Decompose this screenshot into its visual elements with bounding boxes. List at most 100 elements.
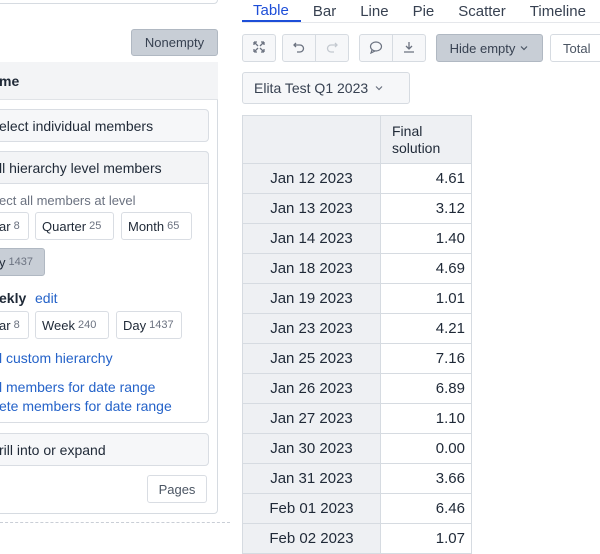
table-row: Jan 25 2023 7.16 bbox=[242, 343, 472, 374]
value-cell[interactable]: 1.07 bbox=[380, 523, 472, 554]
row-header[interactable]: Jan 26 2023 bbox=[242, 373, 381, 404]
table-row: Feb 01 2023 6.46 bbox=[242, 493, 472, 524]
row-header[interactable]: Jan 13 2023 bbox=[242, 193, 381, 224]
chip-count: 25 bbox=[89, 220, 102, 232]
row-header[interactable]: Jan 30 2023 bbox=[242, 433, 381, 464]
tabs-divider bbox=[242, 22, 600, 23]
chip-label: Week bbox=[42, 317, 75, 333]
all-hierarchy-option[interactable]: ll hierarchy level members bbox=[0, 151, 209, 184]
value-cell[interactable]: 7.16 bbox=[380, 343, 472, 374]
value-cell[interactable]: 3.12 bbox=[380, 193, 472, 224]
row-header[interactable]: Jan 25 2023 bbox=[242, 343, 381, 374]
tab-timeline[interactable]: Timeline bbox=[518, 0, 598, 22]
undo-icon bbox=[292, 40, 306, 57]
tab-table[interactable]: Table bbox=[242, 0, 301, 22]
row-header[interactable]: Feb 02 2023 bbox=[242, 523, 381, 554]
select-all-label: ect all members at level bbox=[0, 193, 136, 208]
chip-label: Day bbox=[123, 317, 147, 333]
tab-line[interactable]: Line bbox=[348, 0, 400, 22]
row-header[interactable]: Jan 31 2023 bbox=[242, 463, 381, 494]
expand-icon bbox=[252, 40, 266, 57]
table-row: Jan 19 2023 1.01 bbox=[242, 283, 472, 314]
corner-cell bbox=[242, 115, 381, 164]
delete-members-date-range-link[interactable]: ete members for date range bbox=[0, 398, 172, 414]
chevron-down-icon bbox=[519, 41, 529, 56]
edit-link[interactable]: edit bbox=[35, 290, 58, 306]
row-header[interactable]: Jan 27 2023 bbox=[242, 403, 381, 434]
table-row: Jan 12 2023 4.61 bbox=[242, 163, 472, 194]
value-cell[interactable]: 3.66 bbox=[380, 463, 472, 494]
dimension-panel: Nonempty me elect individual members ll … bbox=[0, 0, 232, 541]
value-cell[interactable]: 4.69 bbox=[380, 253, 472, 284]
value-cell[interactable]: 1.01 bbox=[380, 283, 472, 314]
value-cell[interactable]: 4.21 bbox=[380, 313, 472, 344]
day-chip[interactable]: y 1437 bbox=[0, 248, 45, 276]
page-selector[interactable]: Elita Test Q1 2023 bbox=[242, 72, 410, 104]
chip-count: 8 bbox=[13, 220, 20, 232]
custom-hierarchy-link[interactable]: l custom hierarchy bbox=[0, 350, 113, 366]
table-row: Jan 13 2023 3.12 bbox=[242, 193, 472, 224]
page-selector-value: Elita Test Q1 2023 bbox=[254, 80, 369, 96]
row-header[interactable]: Jan 23 2023 bbox=[242, 313, 381, 344]
total-button[interactable]: Total bbox=[550, 34, 600, 62]
row-header[interactable]: Feb 01 2023 bbox=[242, 493, 381, 524]
redo-icon bbox=[325, 40, 339, 57]
nonempty-button[interactable]: Nonempty bbox=[131, 29, 218, 56]
redo-button[interactable] bbox=[315, 34, 349, 62]
chip-label: ar bbox=[0, 317, 11, 333]
table-row: Feb 02 2023 1.07 bbox=[242, 523, 472, 554]
select-individual-option[interactable]: elect individual members bbox=[0, 109, 209, 142]
row-header[interactable]: Jan 19 2023 bbox=[242, 283, 381, 314]
row-header[interactable]: Jan 14 2023 bbox=[242, 223, 381, 254]
comment-icon bbox=[369, 40, 383, 57]
weekly-hierarchy-label: ekly bbox=[0, 290, 27, 306]
row-header[interactable]: Jan 12 2023 bbox=[242, 163, 381, 194]
weekly-day-chip[interactable]: Day 1437 bbox=[116, 311, 182, 339]
tab-pie[interactable]: Pie bbox=[401, 0, 447, 22]
table-row: Jan 30 2023 0.00 bbox=[242, 433, 472, 464]
tab-scatter[interactable]: Scatter bbox=[446, 0, 518, 22]
search-box[interactable] bbox=[0, 0, 218, 4]
pages-button[interactable]: Pages bbox=[147, 475, 207, 503]
value-cell[interactable]: 4.61 bbox=[380, 163, 472, 194]
members-date-range-link[interactable]: l members for date range bbox=[0, 379, 155, 395]
chevron-down-icon bbox=[374, 80, 384, 96]
tab-bar[interactable]: Bar bbox=[301, 0, 348, 22]
chip-label: Month bbox=[128, 218, 165, 234]
chip-count: 240 bbox=[78, 319, 97, 331]
hide-empty-dropdown[interactable]: Hide empty bbox=[436, 34, 543, 62]
year-chip[interactable]: ar 8 bbox=[0, 212, 29, 240]
table-row: Jan 27 2023 1.10 bbox=[242, 403, 472, 434]
table-row: Jan 14 2023 1.40 bbox=[242, 223, 472, 254]
column-header[interactable]: Final solution bbox=[380, 115, 472, 164]
value-cell[interactable]: 1.10 bbox=[380, 403, 472, 434]
table-row: Jan 26 2023 6.89 bbox=[242, 373, 472, 404]
chip-count: 1437 bbox=[8, 256, 33, 268]
value-cell[interactable]: 0.00 bbox=[380, 433, 472, 464]
comment-button[interactable] bbox=[359, 34, 393, 62]
chip-label: ar bbox=[0, 218, 11, 234]
value-cell[interactable]: 6.89 bbox=[380, 373, 472, 404]
weekly-year-chip[interactable]: ar 8 bbox=[0, 311, 29, 339]
download-button[interactable] bbox=[392, 34, 426, 62]
table-row: Jan 18 2023 4.69 bbox=[242, 253, 472, 284]
month-chip[interactable]: Month 65 bbox=[121, 212, 192, 240]
chip-label: y bbox=[0, 254, 6, 270]
visualization-tabs: Table Bar Line Pie Scatter Timeline bbox=[242, 0, 598, 22]
drill-into-option[interactable]: rill into or expand bbox=[0, 433, 209, 466]
week-chip[interactable]: Week 240 bbox=[35, 311, 109, 339]
quarter-chip[interactable]: Quarter 25 bbox=[35, 212, 114, 240]
table-row: Jan 31 2023 3.66 bbox=[242, 463, 472, 494]
expand-button[interactable] bbox=[242, 34, 276, 62]
undo-button[interactable] bbox=[282, 34, 316, 62]
divider bbox=[0, 522, 230, 523]
value-cell[interactable]: 1.40 bbox=[380, 223, 472, 254]
chip-label: Quarter bbox=[42, 218, 87, 234]
table-row: Jan 23 2023 4.21 bbox=[242, 313, 472, 344]
results-table: Final solution Jan 12 2023 4.61 Jan 13 202… bbox=[242, 115, 472, 554]
download-icon bbox=[402, 40, 416, 57]
hide-empty-label: Hide empty bbox=[449, 40, 516, 56]
value-cell[interactable]: 6.46 bbox=[380, 493, 472, 524]
row-header[interactable]: Jan 18 2023 bbox=[242, 253, 381, 284]
chip-count: 8 bbox=[13, 319, 20, 331]
